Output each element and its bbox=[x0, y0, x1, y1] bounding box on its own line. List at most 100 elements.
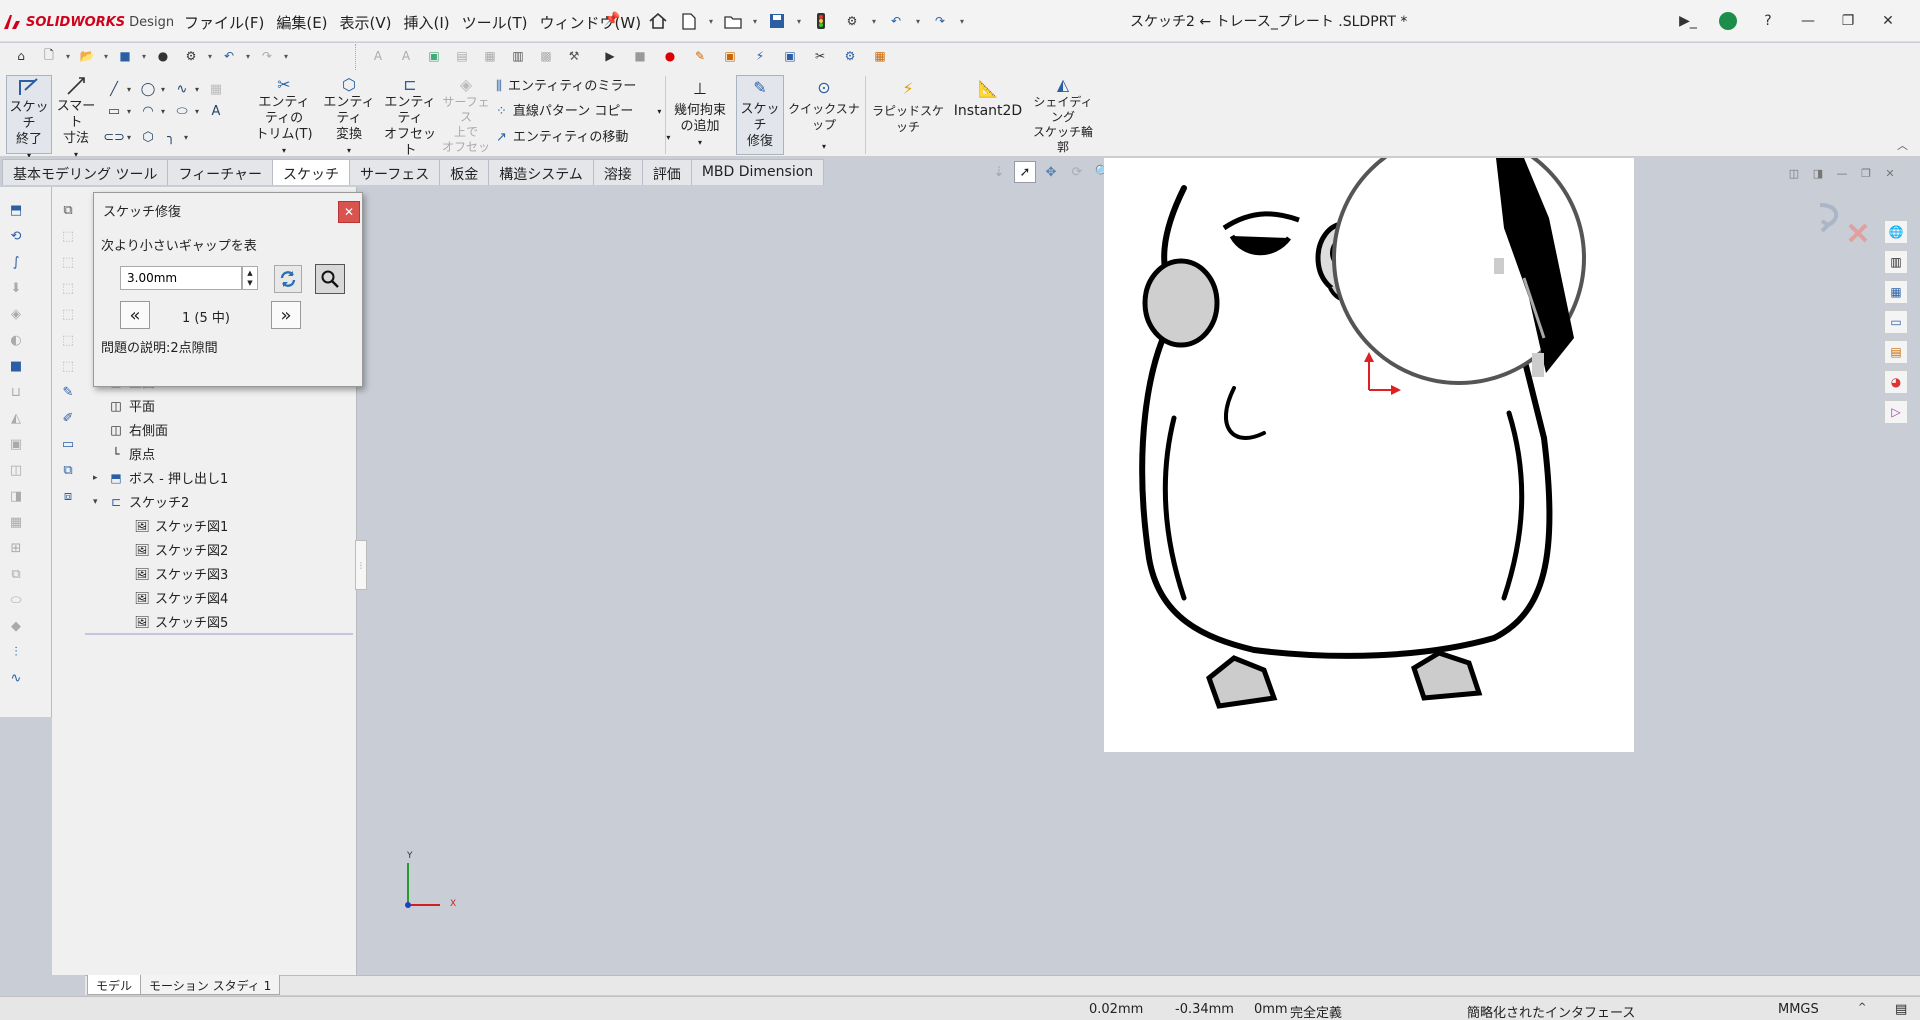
home-icon[interactable] bbox=[645, 9, 671, 33]
tree-item-top-plane[interactable]: ◫ 平面 bbox=[108, 396, 155, 416]
undo-icon[interactable]: ↶ bbox=[883, 9, 909, 33]
chevron-down-icon[interactable]: ▾ bbox=[958, 9, 966, 33]
paste-icon[interactable]: ⧈ bbox=[58, 486, 78, 506]
gap-size-spinner[interactable]: ▲ ▼ bbox=[242, 266, 258, 290]
new-document-icon[interactable] bbox=[676, 9, 702, 33]
chevron-down-icon[interactable]: ▾ bbox=[206, 44, 214, 68]
chevron-down-icon[interactable]: ▾ bbox=[195, 85, 203, 94]
help-icon[interactable]: ? bbox=[1750, 8, 1786, 34]
select-arrow-icon[interactable]: ➚ bbox=[1014, 161, 1036, 183]
status-units[interactable]: MMGS bbox=[1778, 1002, 1819, 1017]
tree-item-right-plane[interactable]: ◫ 右側面 bbox=[108, 420, 168, 440]
save-icon[interactable] bbox=[764, 9, 790, 33]
options-icon[interactable]: ▦ bbox=[867, 44, 893, 68]
chevron-down-icon[interactable]: ▾ bbox=[914, 9, 922, 33]
chevron-down-icon[interactable]: ▾ bbox=[870, 9, 878, 33]
chevron-down-icon[interactable]: ▾ bbox=[127, 107, 135, 116]
gap-size-input[interactable] bbox=[120, 266, 242, 290]
cancel-sketch-icon[interactable] bbox=[1848, 223, 1868, 243]
reference-icon[interactable]: ◆ bbox=[6, 616, 26, 636]
restore-button[interactable]: ❐ bbox=[1830, 8, 1866, 34]
chamfer-icon[interactable]: ◨ bbox=[6, 486, 26, 506]
grid-snap-icon[interactable]: ▦ bbox=[206, 79, 226, 99]
offset-on-surface-button[interactable]: ◈ サーフェス 上で オフセット bbox=[440, 77, 492, 170]
redo-icon[interactable]: ↷ bbox=[927, 9, 953, 33]
wrap-icon[interactable]: ⬭ bbox=[6, 590, 26, 610]
tree-item-sketch-picture-1[interactable]: 🖼 スケッチ図1 bbox=[134, 516, 228, 536]
feature-tree-tab-icon[interactable]: ⧉ bbox=[58, 200, 78, 220]
confirm-exit-icon[interactable] bbox=[1819, 203, 1839, 233]
viewport-restore-icon[interactable]: ❐ bbox=[1857, 165, 1875, 181]
home-icon[interactable]: ⌂ bbox=[8, 44, 34, 68]
spin-down-icon[interactable]: ▼ bbox=[247, 278, 252, 288]
revolve-cut-icon[interactable]: ■ bbox=[6, 356, 26, 376]
previous-problem-button[interactable]: « bbox=[120, 301, 150, 329]
extrude-cut-icon[interactable]: ◐ bbox=[6, 330, 26, 350]
save-icon[interactable]: ■ bbox=[112, 44, 138, 68]
shaded-contours-button[interactable]: ◭ シェイディング スケッチ輪 郭 bbox=[1028, 77, 1098, 155]
tree-item-origin[interactable]: └ 原点 bbox=[108, 444, 155, 464]
draft-icon[interactable]: ⧉ bbox=[6, 564, 26, 584]
record-icon[interactable]: ● bbox=[657, 44, 683, 68]
balloon-icon[interactable]: A bbox=[393, 44, 419, 68]
chevron-down-icon[interactable]: ▾ bbox=[707, 9, 715, 33]
move-entities-button[interactable]: ↗ エンティティの移動 ▾ bbox=[496, 130, 670, 146]
tab-basic-modeling[interactable]: 基本モデリング ツール bbox=[2, 159, 169, 185]
boundary-boss-icon[interactable]: ◈ bbox=[6, 304, 26, 324]
chevron-down-icon[interactable]: ▾ bbox=[751, 9, 759, 33]
status-options-icon[interactable]: ▤ bbox=[1895, 1002, 1907, 1017]
zoom-to-gap-button[interactable] bbox=[315, 264, 345, 294]
ellipse-icon[interactable]: ⬭ bbox=[172, 101, 192, 121]
add-relation-button[interactable]: ⊥ 幾何拘束 の追加 ▾ bbox=[668, 77, 732, 155]
rib-icon[interactable]: ▦ bbox=[6, 512, 26, 532]
stack-icon[interactable]: ▤ bbox=[449, 44, 475, 68]
spline-curve-icon[interactable]: ∿ bbox=[6, 668, 26, 688]
tree-item-boss-extrude[interactable]: ▸ ⬒ ボス - 押し出し1 bbox=[93, 468, 228, 488]
convert-entities-button[interactable]: ⬡ エンティティ 変換 ▾ bbox=[320, 77, 378, 156]
rectangle-icon[interactable]: ▭ bbox=[104, 101, 124, 121]
macro-run-icon[interactable]: ⚡ bbox=[747, 44, 773, 68]
add-in-icon[interactable]: ⚙ bbox=[837, 44, 863, 68]
sketch-edit-icon[interactable]: ✎ bbox=[58, 382, 78, 402]
sketch-picture-canvas[interactable] bbox=[1104, 158, 1634, 752]
tree-item-sketch-picture-4[interactable]: 🖼 スケッチ図4 bbox=[134, 588, 228, 608]
quick-snaps-button[interactable]: ⊙ クイックスナップ ▾ bbox=[786, 77, 862, 155]
open-folder-icon[interactable] bbox=[720, 9, 746, 33]
menu-edit[interactable]: 編集(E) bbox=[272, 11, 331, 34]
arc-icon[interactable]: ◠ bbox=[138, 101, 158, 121]
view-palette-icon[interactable]: ▭ bbox=[1884, 310, 1908, 334]
chevron-down-icon[interactable]: ▾ bbox=[102, 44, 110, 68]
open-folder-icon[interactable]: 📂 bbox=[74, 44, 100, 68]
shell-icon[interactable]: ⊞ bbox=[6, 538, 26, 558]
menu-window[interactable]: ウィンドウ(W) bbox=[536, 11, 646, 34]
cursor-arrow-icon[interactable]: ⇣ bbox=[988, 161, 1010, 183]
sketch-fix-icon[interactable]: ✐ bbox=[58, 408, 78, 428]
copy-icon[interactable]: ⧉ bbox=[58, 460, 78, 480]
fillet-feature-icon[interactable]: ◫ bbox=[6, 460, 26, 480]
revolve-boss-icon[interactable]: ⟲ bbox=[6, 226, 26, 246]
curves-icon[interactable]: ⫶ bbox=[6, 642, 26, 662]
display-pane-icon[interactable]: ▭ bbox=[58, 434, 78, 454]
customize-icon[interactable]: ✂ bbox=[807, 44, 833, 68]
tab-structure-system[interactable]: 構造システム bbox=[488, 159, 594, 185]
traffic-light-icon[interactable]: ● bbox=[150, 44, 176, 68]
tab-weldments[interactable]: 溶接 bbox=[592, 159, 643, 185]
menu-insert[interactable]: 挿入(I) bbox=[400, 11, 454, 34]
design-library-icon[interactable]: ▥ bbox=[1884, 250, 1908, 274]
chevron-down-icon[interactable]: ▾ bbox=[244, 44, 252, 68]
chevron-down-icon[interactable]: ▾ bbox=[282, 44, 290, 68]
viewport-icon-a[interactable]: ◫ bbox=[1785, 165, 1803, 181]
next-problem-button[interactable]: » bbox=[271, 301, 301, 329]
tab-surfaces[interactable]: サーフェス bbox=[349, 159, 441, 185]
gear-icon[interactable]: ⚙ bbox=[839, 9, 865, 33]
user-avatar-icon[interactable] bbox=[1710, 8, 1746, 34]
extrude-boss-icon[interactable]: ⬒ bbox=[6, 200, 26, 220]
exit-sketch-button[interactable]: スケッチ 終了 ▾ bbox=[6, 75, 52, 160]
text-icon[interactable]: A bbox=[206, 101, 226, 121]
smart-dimension-button[interactable]: スマート 寸法 ▾ bbox=[52, 75, 100, 159]
refresh-button[interactable] bbox=[274, 265, 302, 293]
spline-icon[interactable]: ∿ bbox=[172, 79, 192, 99]
trim-entities-button[interactable]: ✂ エンティティの トリム(T) ▾ bbox=[252, 77, 316, 156]
viewport-icon-b[interactable]: ◨ bbox=[1809, 165, 1827, 181]
tree-item-sketch-picture-5[interactable]: 🖼 スケッチ図5 bbox=[134, 612, 228, 632]
